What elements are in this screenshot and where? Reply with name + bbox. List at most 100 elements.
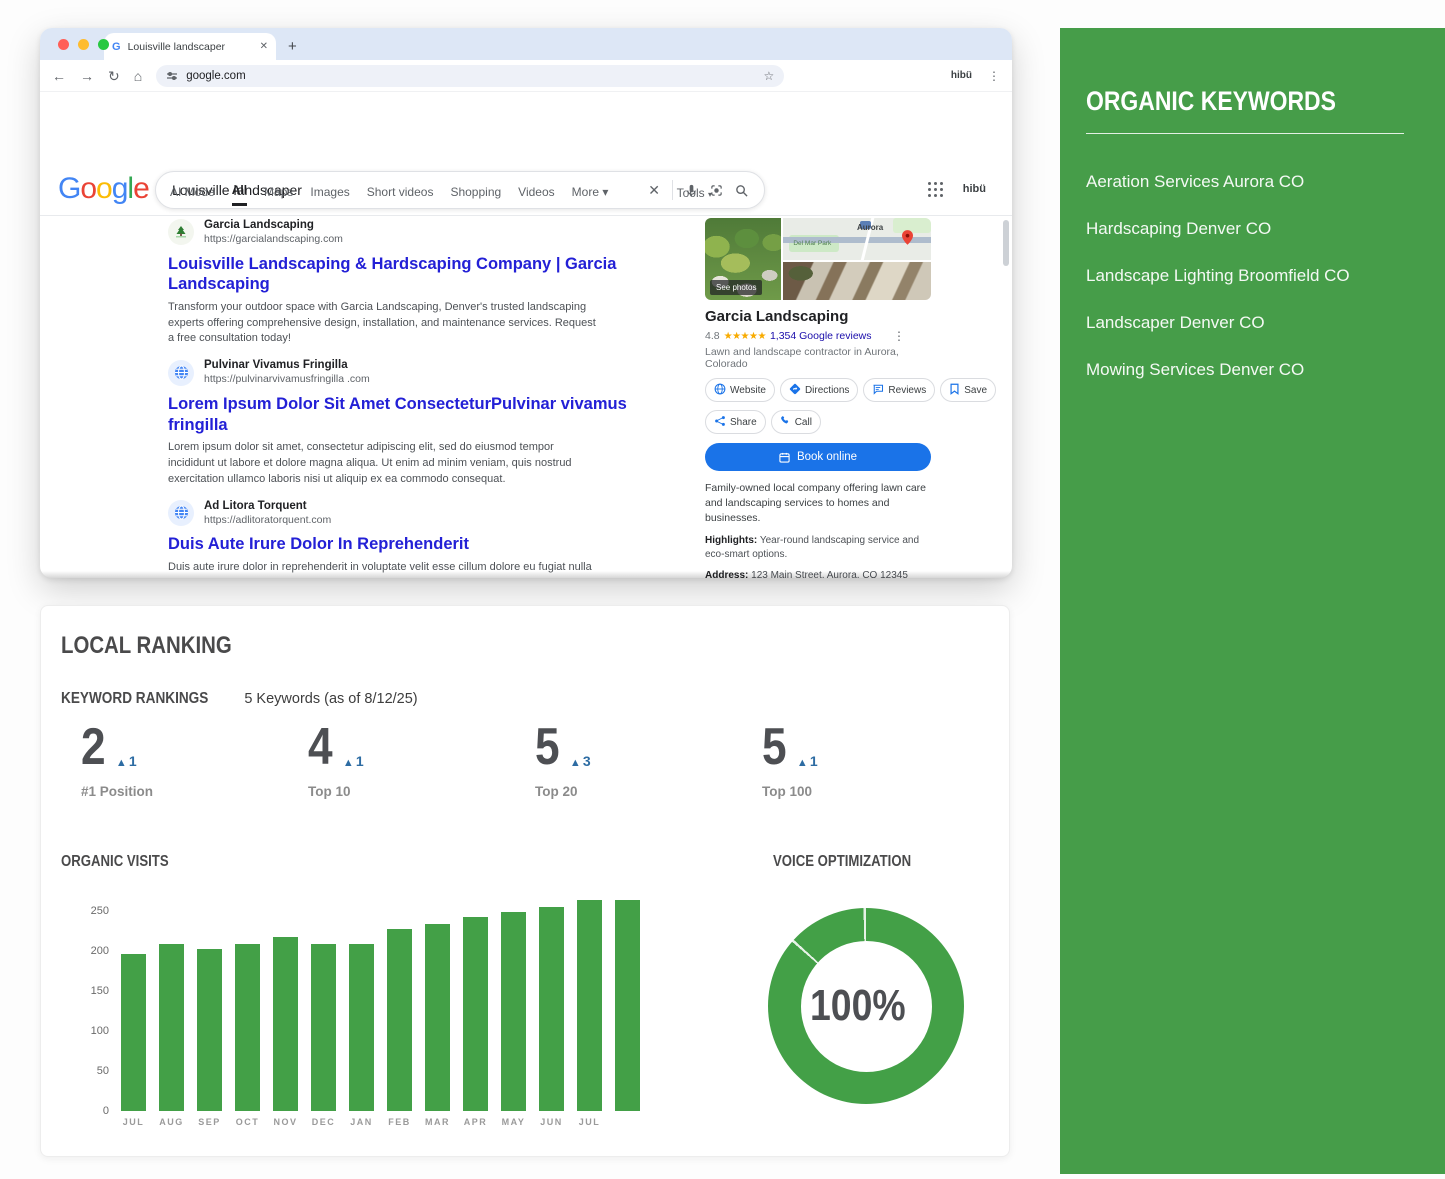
home-icon[interactable]: ⌂ bbox=[134, 69, 142, 83]
bookmark-star-icon[interactable]: ☆ bbox=[763, 69, 774, 83]
result-source: Pulvinar Vivamus Fringillahttps://pulvin… bbox=[204, 358, 370, 387]
bar-aug bbox=[159, 944, 184, 1111]
pill-label: Call bbox=[795, 417, 812, 428]
google-logo[interactable]: Google bbox=[58, 172, 149, 206]
scrollbar-thumb[interactable] bbox=[1003, 220, 1009, 266]
x-tick-label bbox=[615, 1117, 640, 1127]
directions-button[interactable]: Directions bbox=[780, 378, 858, 402]
stat-value-row: 5▲1 bbox=[762, 724, 989, 772]
x-tick-label: JUL bbox=[121, 1117, 146, 1127]
bar-sep bbox=[197, 949, 222, 1111]
bar-oct bbox=[235, 944, 260, 1111]
result-header: Ad Litora Torquenthttps://adlitoratorque… bbox=[168, 499, 648, 528]
x-tick-label: NOV bbox=[273, 1117, 298, 1127]
pill-label: Share bbox=[730, 417, 757, 428]
rating-stars-icon: ★★★★★ bbox=[724, 331, 766, 342]
result-url: https://garcialandscaping.com bbox=[204, 233, 343, 247]
minimize-window-button[interactable] bbox=[78, 39, 89, 50]
ranking-stats-row: 2▲1#1 Position4▲1Top 105▲3Top 205▲1Top 1… bbox=[81, 724, 989, 799]
new-tab-button[interactable]: + bbox=[288, 39, 297, 54]
browser-menu-icon[interactable]: ⋮ bbox=[988, 69, 1000, 83]
map-park-label: Del Mar Park bbox=[793, 240, 831, 247]
save-button[interactable]: Save bbox=[940, 378, 996, 402]
result-title-link[interactable]: Duis Aute Irure Dolor In Reprehenderit bbox=[168, 534, 648, 555]
call-button[interactable]: Call bbox=[771, 410, 821, 434]
x-tick-label: JUN bbox=[539, 1117, 564, 1127]
y-tick-label: 250 bbox=[91, 905, 109, 917]
chart-x-axis: JULAUGSEPOCTNOVDECJANFEBMARAPRMAYJUNJUL bbox=[121, 1117, 640, 1127]
tab-maps[interactable]: Maps bbox=[264, 185, 293, 205]
keyword-item: Landscaper Denver CO bbox=[1086, 313, 1419, 333]
clear-search-icon[interactable]: ✕ bbox=[648, 182, 660, 199]
browser-window: G Louisville landscaper ✕ + ← → ↻ ⌂ goog… bbox=[40, 28, 1012, 578]
bar-jan bbox=[349, 944, 374, 1111]
close-window-button[interactable] bbox=[58, 39, 69, 50]
close-tab-icon[interactable]: ✕ bbox=[260, 41, 268, 52]
bar-jun bbox=[539, 907, 564, 1111]
chart-y-axis: 050100150200250 bbox=[79, 891, 117, 1111]
tab-all[interactable]: All bbox=[232, 183, 247, 206]
result-title-link[interactable]: Lorem Ipsum Dolor Sit Amet ConsecteturPu… bbox=[168, 394, 648, 435]
organic-visits-title: ORGANIC VISITS bbox=[61, 853, 169, 871]
website-button[interactable]: Website bbox=[705, 378, 775, 402]
business-photo-2[interactable] bbox=[783, 262, 931, 300]
organic-visits-chart: 050100150200250 JULAUGSEPOCTNOVDECJANFEB… bbox=[79, 891, 699, 1137]
reload-icon[interactable]: ↻ bbox=[108, 69, 120, 83]
x-tick-label: FEB bbox=[387, 1117, 412, 1127]
search-submit-icon[interactable] bbox=[735, 184, 748, 197]
tab-shopping[interactable]: Shopping bbox=[450, 185, 501, 205]
x-tick-label: MAR bbox=[425, 1117, 450, 1127]
google-search-header: Google Louisville landscaper ✕ hibü AI M… bbox=[40, 92, 1012, 216]
result-url: https://adlitoratorquent.com bbox=[204, 514, 331, 528]
up-triangle-icon: ▲ bbox=[116, 757, 127, 769]
calendar-icon bbox=[779, 452, 790, 463]
window-controls[interactable] bbox=[58, 39, 109, 50]
tab-short-videos[interactable]: Short videos bbox=[367, 185, 434, 205]
tab-ai-mode[interactable]: AI Mode bbox=[170, 185, 215, 205]
pill-label: Website bbox=[730, 385, 766, 396]
keyword-rankings-detail: 5 Keywords (as of 8/12/25) bbox=[244, 691, 417, 707]
reviews-link[interactable]: 1,354 Google reviews bbox=[770, 330, 872, 342]
google-logo-letter: g bbox=[112, 172, 128, 205]
forward-icon[interactable]: → bbox=[80, 69, 94, 83]
book-online-button[interactable]: Book online bbox=[705, 443, 931, 471]
share-button[interactable]: Share bbox=[705, 410, 766, 434]
stat-value-row: 4▲1 bbox=[308, 724, 535, 772]
stat-change: ▲1 bbox=[116, 753, 137, 769]
bar-may bbox=[501, 912, 526, 1111]
y-tick-label: 150 bbox=[91, 985, 109, 997]
bar-nov bbox=[273, 937, 298, 1111]
keyword-rankings-label: KEYWORD RANKINGS bbox=[61, 690, 208, 708]
browser-tab[interactable]: G Louisville landscaper ✕ bbox=[104, 33, 276, 60]
tab-images[interactable]: Images bbox=[310, 185, 349, 205]
tab-more[interactable]: More ▾ bbox=[572, 185, 609, 205]
back-icon[interactable]: ← bbox=[52, 69, 66, 83]
address-bar[interactable]: google.com ☆ bbox=[156, 65, 784, 87]
y-tick-label: 200 bbox=[91, 945, 109, 957]
organic-keywords-panel: ORGANIC KEYWORDS Aeration Services Auror… bbox=[1060, 28, 1445, 1174]
stat-label: #1 Position bbox=[81, 784, 308, 799]
stat-value: 2 bbox=[81, 724, 106, 772]
google-logo-letter: o bbox=[96, 172, 112, 205]
tune-icon bbox=[166, 70, 178, 82]
tools-menu[interactable]: Tools ▾ bbox=[677, 186, 712, 200]
stat-value-row: 5▲3 bbox=[535, 724, 762, 772]
organic-visits-bars bbox=[121, 891, 640, 1111]
business-map[interactable]: Aurora Del Mar Park bbox=[783, 218, 931, 260]
business-photo[interactable]: See photos bbox=[705, 218, 781, 300]
panel-more-icon[interactable]: ⋮ bbox=[893, 329, 905, 343]
stat-change-value: 3 bbox=[583, 753, 591, 769]
result-title-link[interactable]: Louisville Landscaping & Hardscaping Com… bbox=[168, 254, 648, 295]
see-photos-button[interactable]: See photos bbox=[710, 280, 762, 295]
google-apps-icon[interactable] bbox=[928, 182, 944, 198]
business-highlights: Highlights: Year-round landscaping servi… bbox=[705, 534, 931, 562]
pill-label: Save bbox=[964, 385, 987, 396]
pill-label: Directions bbox=[805, 385, 849, 396]
reviews-button[interactable]: Reviews bbox=[863, 378, 935, 402]
business-category: Lawn and landscape contractor in Aurora,… bbox=[705, 346, 931, 370]
result-snippet: Transform your outdoor space with Garcia… bbox=[168, 300, 600, 347]
tab-videos[interactable]: Videos bbox=[518, 185, 554, 205]
keyword-item: Aeration Services Aurora CO bbox=[1086, 172, 1419, 192]
stat-label: Top 10 bbox=[308, 784, 535, 799]
maximize-window-button[interactable] bbox=[98, 39, 109, 50]
